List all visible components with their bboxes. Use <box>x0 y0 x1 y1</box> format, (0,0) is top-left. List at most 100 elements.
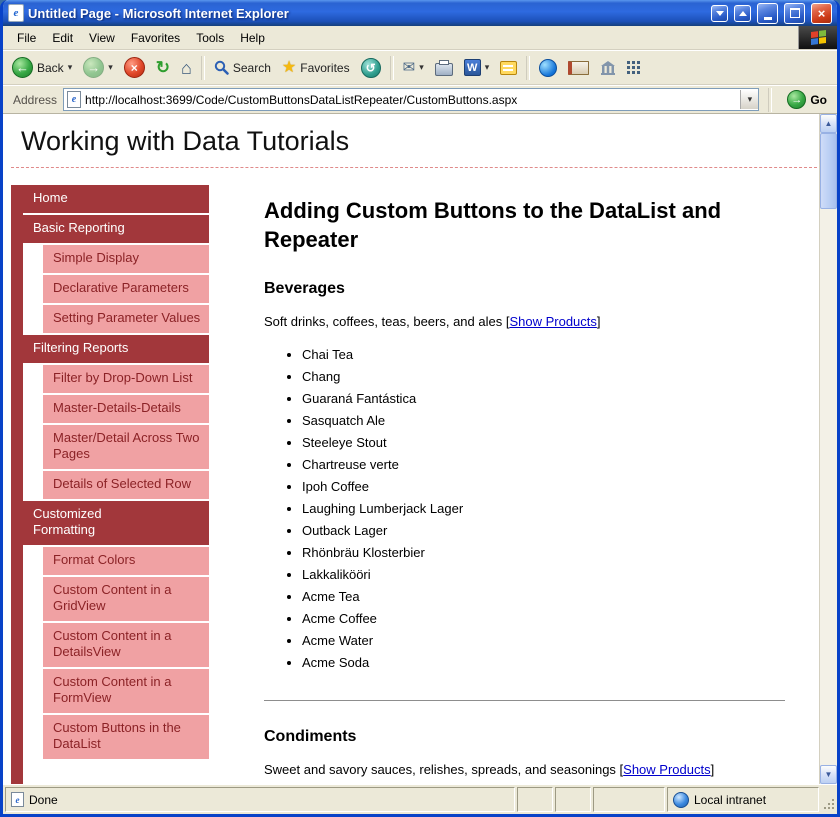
go-label: Go <box>810 93 827 107</box>
toolbar-separator <box>526 56 530 80</box>
messenger-button[interactable] <box>534 56 562 80</box>
nav-stripe <box>11 185 23 784</box>
refresh-button[interactable]: ↻ <box>151 56 175 79</box>
mail-button[interactable]: ✉ ▾ <box>398 57 429 78</box>
history-icon: ↺ <box>361 58 381 78</box>
sidebar-item-filter-by-drop-down-list[interactable]: Filter by Drop-Down List <box>43 365 209 395</box>
sidebar-item-simple-display[interactable]: Simple Display <box>43 245 209 275</box>
sidebar-item-customized-formatting[interactable]: Customized Formatting <box>23 501 209 547</box>
menu-items: FileEditViewFavoritesToolsHelp <box>9 26 798 49</box>
scroll-track[interactable] <box>820 133 837 765</box>
minimize-icon <box>764 17 772 20</box>
discuss-icon <box>500 61 517 75</box>
resize-grip[interactable] <box>821 787 837 812</box>
menu-file[interactable]: File <box>9 28 44 48</box>
sidebar-item-custom-buttons-in-the-datalist[interactable]: Custom Buttons in the DataList <box>43 715 209 761</box>
menu-favorites[interactable]: Favorites <box>123 28 188 48</box>
sidebar-item-filtering-reports[interactable]: Filtering Reports <box>23 335 209 365</box>
back-dropdown-icon[interactable]: ▾ <box>68 62 73 73</box>
show-products-link[interactable]: Show Products <box>509 314 596 329</box>
sidebar-item-custom-content-in-a-formview[interactable]: Custom Content in a FormView <box>43 669 209 715</box>
product-item: Acme Water <box>302 633 785 648</box>
windows-flag-icon <box>811 30 826 45</box>
standard-buttons-toolbar: ← Back ▾ → ▾ × ↻ ⌂ Search ★ Favorites <box>3 50 837 85</box>
print-button[interactable] <box>430 57 458 79</box>
sidebar-item-format-colors[interactable]: Format Colors <box>43 547 209 577</box>
scroll-thumb[interactable] <box>820 133 837 209</box>
statusbar: e Done Local intranet <box>3 784 837 814</box>
links-button[interactable] <box>622 58 645 77</box>
sidebar-item-custom-content-in-a-detailsview[interactable]: Custom Content in a DetailsView <box>43 623 209 669</box>
toolbar-separator <box>390 56 394 80</box>
stop-button[interactable]: × <box>119 54 150 81</box>
edit-dropdown-icon[interactable]: ▾ <box>485 62 490 73</box>
product-item: Laughing Lumberjack Lager <box>302 501 785 516</box>
product-item: Sasquatch Ale <box>302 413 785 428</box>
search-button[interactable]: Search <box>209 57 276 78</box>
favorites-star-icon: ★ <box>282 60 296 76</box>
menu-view[interactable]: View <box>81 28 123 48</box>
close-icon: × <box>818 6 826 21</box>
sidebar-item-setting-parameter-values[interactable]: Setting Parameter Values <box>43 305 209 335</box>
scroll-up-button[interactable]: ▲ <box>820 114 837 133</box>
product-item: Steeleye Stout <box>302 435 785 450</box>
addressbar-separator <box>768 88 772 112</box>
titlebar-extra-button-1[interactable] <box>711 5 728 22</box>
page-favicon: e <box>67 91 81 108</box>
status-pane-empty <box>593 787 665 812</box>
mail-dropdown-icon[interactable]: ▾ <box>419 62 424 73</box>
product-item: Acme Coffee <box>302 611 785 626</box>
history-button[interactable]: ↺ <box>356 55 386 81</box>
maximize-icon <box>790 8 800 18</box>
sites-button[interactable] <box>595 58 621 78</box>
status-text: Done <box>29 793 58 807</box>
research-button[interactable] <box>563 58 594 78</box>
sidebar-item-basic-reporting[interactable]: Basic Reporting <box>23 215 209 245</box>
down-arrow-icon <box>716 11 724 16</box>
category-heading: Beverages <box>264 280 785 298</box>
sidebar-item-master-detail-across-two-pages[interactable]: Master/Detail Across Two Pages <box>43 425 209 471</box>
close-button[interactable]: × <box>811 3 832 24</box>
edit-with-word-button[interactable]: W ▾ <box>459 56 495 79</box>
menu-tools[interactable]: Tools <box>188 28 232 48</box>
favorites-button[interactable]: ★ Favorites <box>277 57 355 79</box>
minimize-button[interactable] <box>757 3 778 24</box>
sidebar-item-declarative-parameters[interactable]: Declarative Parameters <box>43 275 209 305</box>
menu-help[interactable]: Help <box>232 28 273 48</box>
vertical-scrollbar[interactable]: ▲ ▼ <box>819 114 837 784</box>
sidebar-item-master-details-details[interactable]: Master-Details-Details <box>43 395 209 425</box>
back-button[interactable]: ← Back ▾ <box>7 54 77 81</box>
scroll-down-button[interactable]: ▼ <box>820 765 837 784</box>
go-button[interactable]: → Go <box>781 88 833 111</box>
address-dropdown-button[interactable]: ▾ <box>740 90 758 109</box>
product-item: Acme Soda <box>302 655 785 670</box>
word-icon: W <box>464 59 481 76</box>
discuss-button[interactable] <box>495 58 522 78</box>
stop-icon: × <box>124 57 145 78</box>
show-products-link[interactable]: Show Products <box>623 762 710 777</box>
search-icon <box>214 60 229 75</box>
forward-button[interactable]: → ▾ <box>78 54 118 81</box>
nav-menu: HomeBasic ReportingSimple DisplayDeclara… <box>23 185 209 784</box>
grid-icon <box>627 61 640 74</box>
titlebar-extra-button-2[interactable] <box>734 5 751 22</box>
address-url[interactable]: http://localhost:3699/Code/CustomButtons… <box>85 93 736 107</box>
menu-edit[interactable]: Edit <box>44 28 81 48</box>
product-item: Outback Lager <box>302 523 785 538</box>
category-description: Soft drinks, coffees, teas, beers, and a… <box>264 314 785 329</box>
sidebar-item-home[interactable]: Home <box>23 185 209 215</box>
address-input[interactable]: e http://localhost:3699/Code/CustomButto… <box>63 88 759 111</box>
maximize-button[interactable] <box>784 3 805 24</box>
sidebar-item-details-of-selected-row[interactable]: Details of Selected Row <box>43 471 209 501</box>
site-title: Working with Data Tutorials <box>11 122 819 167</box>
forward-dropdown-icon[interactable]: ▾ <box>108 62 113 73</box>
back-label: Back <box>37 61 64 75</box>
product-item: Lakkalikööri <box>302 567 785 582</box>
titlebar[interactable]: e Untitled Page - Microsoft Internet Exp… <box>3 0 837 26</box>
sidebar-nav: HomeBasic ReportingSimple DisplayDeclara… <box>11 185 209 784</box>
product-item: Chartreuse verte <box>302 457 785 472</box>
addressbar: Address e http://localhost:3699/Code/Cus… <box>3 85 837 114</box>
sidebar-item-custom-content-in-a-gridview[interactable]: Custom Content in a GridView <box>43 577 209 623</box>
product-item: Rhönbräu Klosterbier <box>302 545 785 560</box>
home-button[interactable]: ⌂ <box>176 56 197 80</box>
